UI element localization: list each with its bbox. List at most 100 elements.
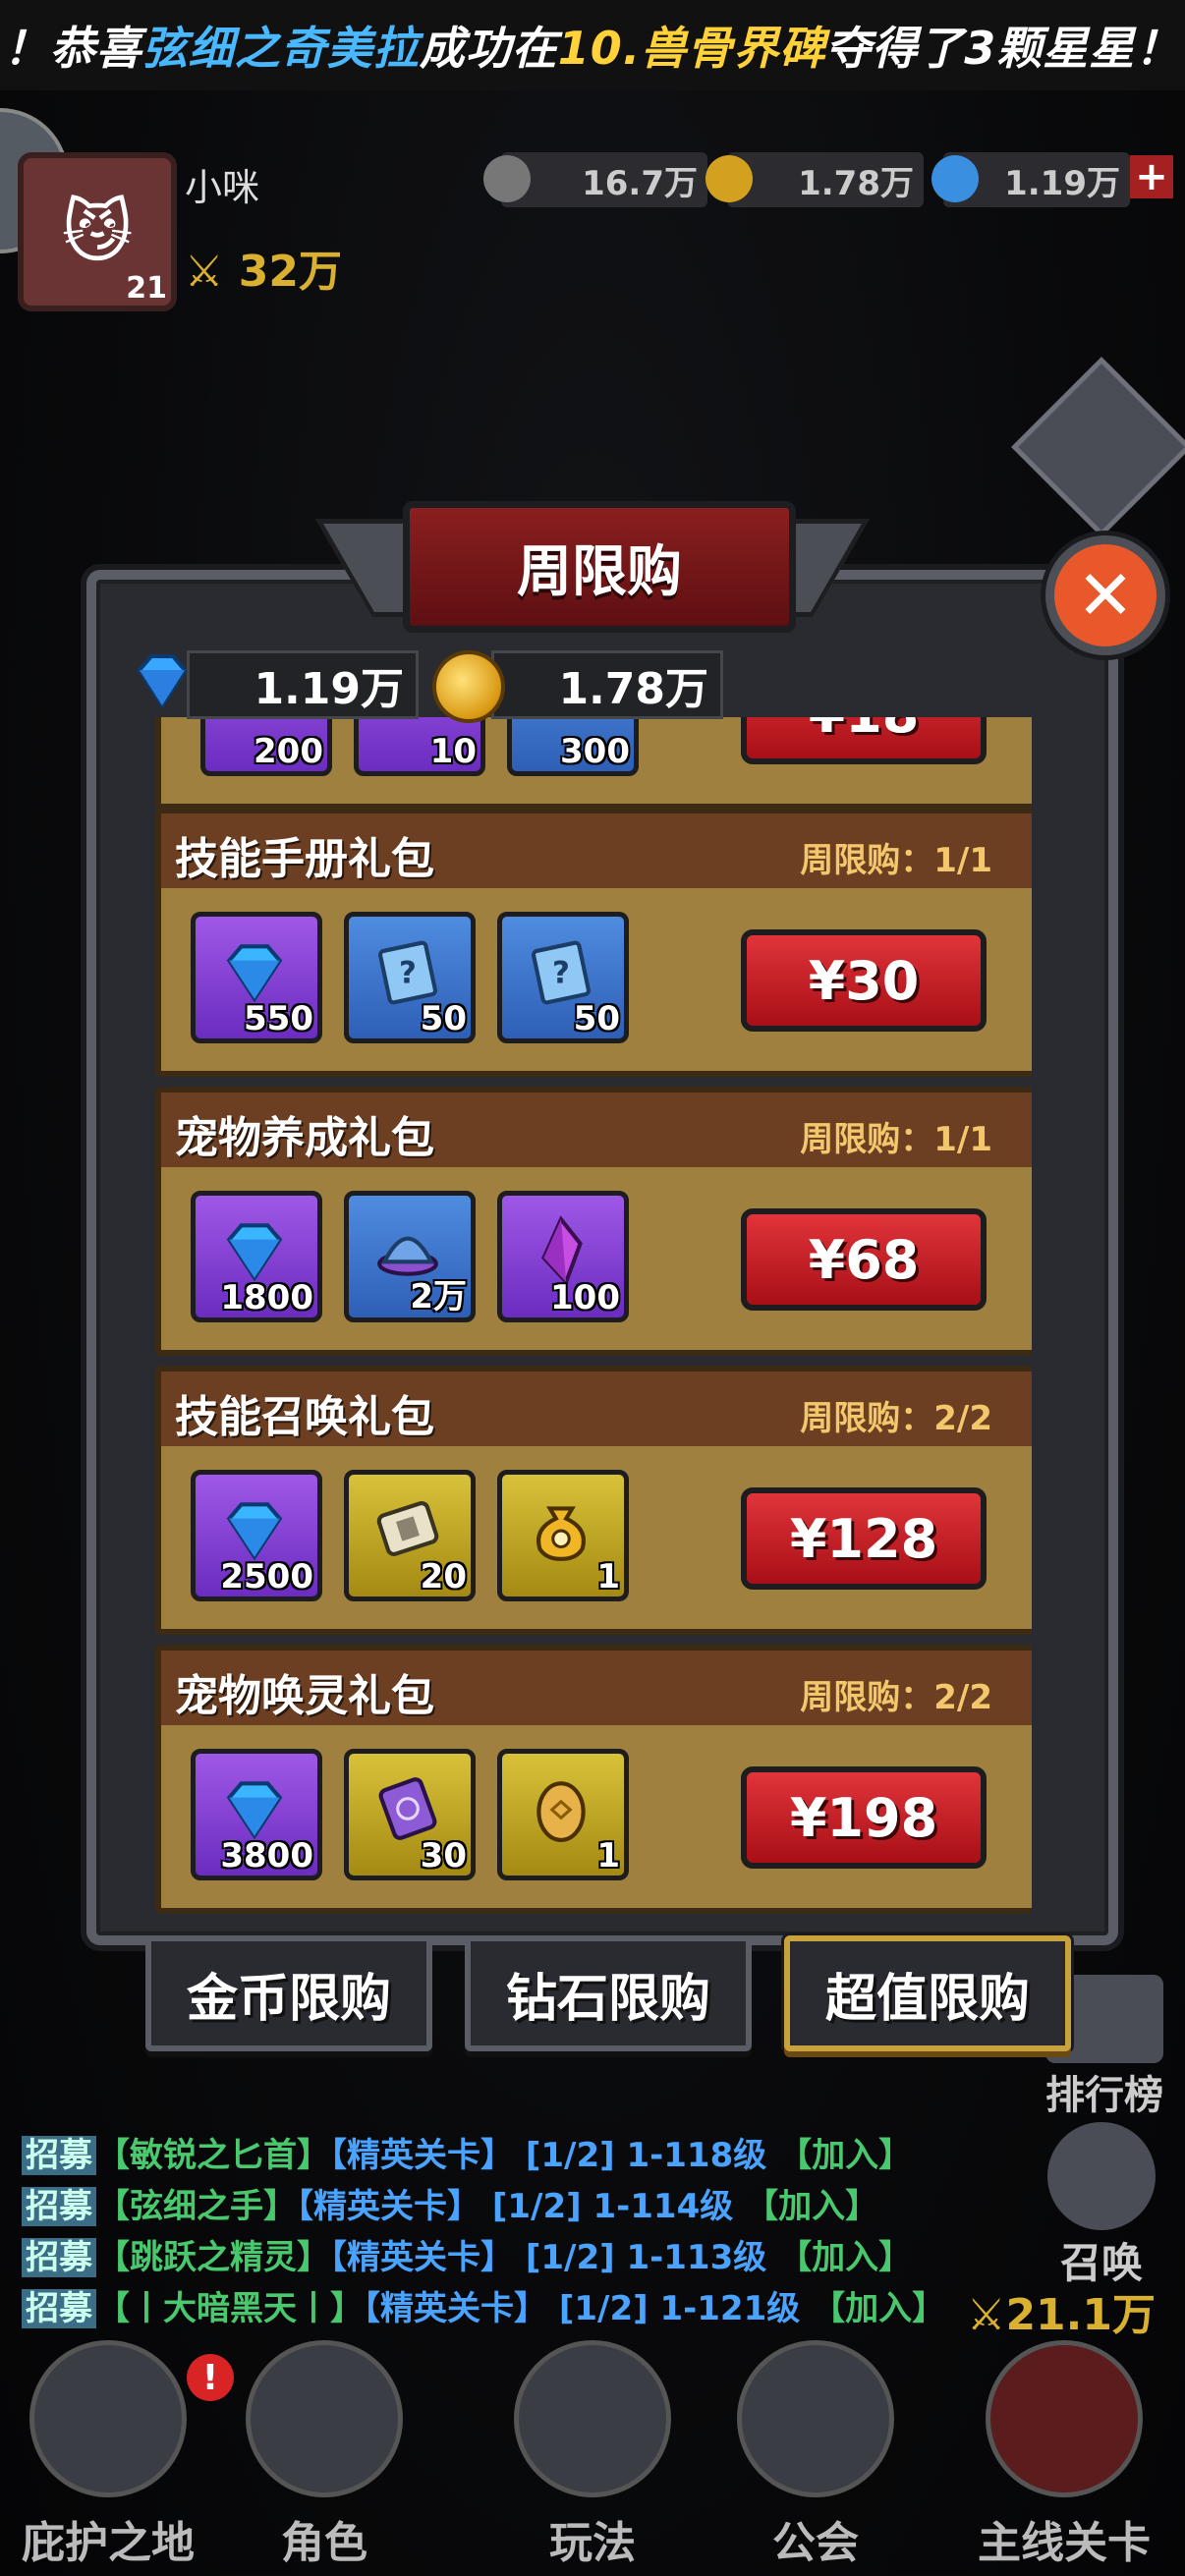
bottom-nav: 庇护之地 角色 玩法 公会 主线关卡 [0,2338,1185,2576]
nav-sanctuary[interactable]: 庇护之地 [0,2340,216,2570]
chat-join-link[interactable]: 【加入】 [778,2238,912,2277]
nav-label: 主线关卡 [978,2518,1151,2568]
item-qty: 50 [573,999,620,1038]
chat-tag: 招募 [22,2238,96,2277]
chat-tag: 招募 [22,2136,96,2175]
item-qty: 1800 [220,1278,313,1317]
nav-label: 玩法 [549,2518,636,2568]
pack-item[interactable]: 200 [200,717,332,776]
svg-text:?: ? [399,955,417,990]
pack-item[interactable]: 1 [497,1749,629,1880]
pack-item[interactable]: 20 [344,1470,476,1601]
coin-icon [432,650,505,723]
pack-item[interactable]: 1 [497,1470,629,1601]
tab-coin-limited[interactable]: 金币限购 [145,1935,432,2051]
pack-item[interactable]: 3800 [191,1749,322,1880]
tab-value-limited[interactable]: 超值限购 [784,1935,1071,2051]
item-qty: 50 [420,999,467,1038]
pack-item[interactable]: 1800 [191,1191,322,1322]
pack-item[interactable]: 30 [344,1749,476,1880]
pack-list[interactable]: 200 10 300 ¥18 技能手册礼包 周限购：1/1 550 ? 50 ?… [147,717,1032,1916]
pack-card: 宠物养成礼包 周限购：1/1 1800 2万 100 ¥68 [155,1087,1032,1356]
item-qty: 200 [254,732,323,771]
pack-item[interactable]: 100 [497,1191,629,1322]
chat-player: 【丨大暗黑天丨】 [96,2289,364,2328]
pack-card: 技能手册礼包 周限购：1/1 550 ? 50 ? 50 ¥30 [155,808,1032,1077]
pet-egg-icon [522,1769,600,1848]
pack-limit: 周限购：2/2 [800,1678,992,1717]
buy-button[interactable]: ¥30 [741,929,987,1032]
player-level: 21 [126,271,167,306]
pack-card: 宠物唤灵礼包 周限购：2/2 3800 30 1 ¥198 [155,1645,1032,1914]
pack-name: 宠物唤灵礼包 [175,1671,434,1721]
close-icon: ✕ [1076,555,1135,636]
team-power: ⚔21.1万 [967,2279,1156,2342]
item-qty: 20 [420,1557,467,1596]
pack-name: 技能手册礼包 [175,834,434,884]
skull-icon [514,2340,671,2497]
chat-join-link[interactable]: 【加入】 [812,2289,945,2328]
menu-tile-icon[interactable] [1011,357,1185,537]
gem-icon [128,646,197,715]
recruit-chat: 招募 【敏锐之匕首】【精英关卡】 [1/2] 1-118级 【加入】 招募 【弦细之… [22,2130,945,2334]
pack-item[interactable]: ? 50 [497,912,629,1043]
tab-diamond-limited[interactable]: 钻石限购 [465,1935,752,2051]
pack-item[interactable]: 10 [354,717,485,776]
marquee-stage: 10.兽骨界碑 [557,22,826,75]
player-power-value: 32万 [238,247,343,297]
pack-item[interactable]: 550 [191,912,322,1043]
chat-player: 【跳跃之精灵】 [96,2238,330,2277]
pack-card: 技能召唤礼包 周限购：2/2 2500 20 1 ¥128 [155,1366,1032,1635]
pack-item[interactable]: 2万 [344,1191,476,1322]
resource-gems-value: 1.19万 [1004,163,1120,203]
item-qty: 1 [596,1836,620,1876]
nav-gameplay[interactable]: 玩法 [484,2340,701,2570]
summon-button[interactable]: 召唤 [1047,2122,1156,2290]
add-gems-button[interactable]: + [1130,154,1173,199]
nav-character[interactable]: 角色 [216,2340,432,2570]
chat-count: [1/2] [525,2238,615,2277]
buy-button[interactable]: ¥198 [741,1766,987,1869]
chat-stage: 【精英关卡】 [330,2238,514,2277]
marquee-suffix: 夺得了3颗星星！ [825,22,1182,75]
coin-balance-value: 1.78万 [558,664,708,714]
pack-item[interactable]: 2500 [191,1470,322,1601]
pack-name: 技能召唤礼包 [175,1392,434,1442]
castle-icon [29,2340,187,2497]
ranking-label: 排行榜 [1045,2073,1163,2118]
pack-item[interactable]: ? 50 [344,912,476,1043]
item-qty: 300 [560,732,630,771]
chat-join-link[interactable]: 【加入】 [745,2187,878,2226]
pack-limit: 周限购：2/2 [800,1399,992,1438]
chat-join-link[interactable]: 【加入】 [778,2136,912,2175]
summon-circle-icon [1047,2122,1156,2230]
pack-item[interactable]: 300 [507,717,639,776]
gem-icon [931,155,979,202]
avatar[interactable]: 😼 21 [18,152,177,311]
cat-avatar-icon: 😼 [61,192,134,272]
chat-stage: 【精英关卡】 [364,2289,547,2328]
chat-count: [1/2] [491,2187,582,2226]
buy-button[interactable]: ¥68 [741,1208,987,1311]
item-qty: 1 [596,1557,620,1596]
nav-guild[interactable]: 公会 [707,2340,924,2570]
chat-level: 1-114级 [592,2187,734,2226]
alert-badge: ! [187,2354,234,2401]
chat-row[interactable]: 招募 【弦细之手】【精英关卡】 [1/2] 1-114级 【加入】 [22,2181,945,2232]
gem-balance: 1.19万 [187,650,419,719]
chat-row[interactable]: 招募 【丨大暗黑天丨】【精英关卡】 [1/2] 1-121级 【加入】 [22,2283,945,2334]
buy-button[interactable]: ¥18 [741,717,987,764]
chat-count: [1/2] [558,2289,649,2328]
nav-main-stage[interactable]: 主线关卡 [943,2340,1185,2570]
item-qty: 550 [244,999,313,1038]
crossed-swords-icon: ⚔ [185,247,224,297]
close-button[interactable]: ✕ [1045,535,1165,655]
crossed-swords-icon: ⚔ [966,2290,1006,2340]
coin-balance: 1.78万 [491,650,723,719]
chat-row[interactable]: 招募 【跳跃之精灵】【精英关卡】 [1/2] 1-113级 【加入】 [22,2232,945,2283]
dialog-title: 周限购 [403,501,796,633]
chat-row[interactable]: 招募 【敏锐之匕首】【精英关卡】 [1/2] 1-118级 【加入】 [22,2130,945,2181]
buy-button[interactable]: ¥128 [741,1487,987,1590]
chat-player: 【弦细之手】 [96,2187,297,2226]
chat-level: 1-113级 [626,2238,767,2277]
